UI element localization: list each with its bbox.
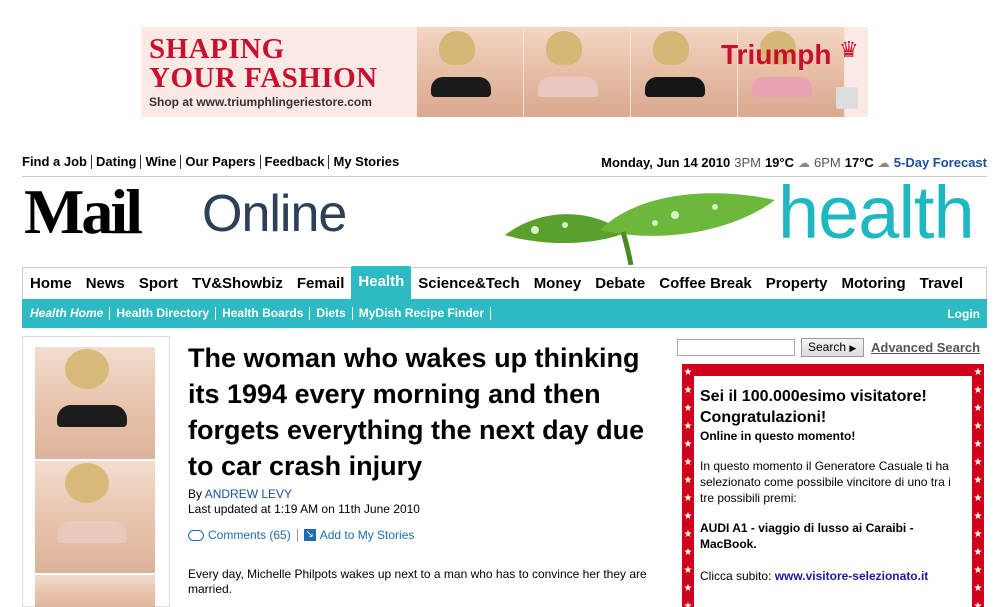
advanced-search-link[interactable]: Advanced Search bbox=[871, 340, 980, 355]
link-my-stories[interactable]: My Stories bbox=[329, 155, 403, 169]
link-dating[interactable]: Dating bbox=[92, 155, 142, 169]
leaf-illustration-icon bbox=[505, 193, 775, 265]
subnav-health-directory[interactable]: Health Directory bbox=[110, 307, 217, 320]
comment-bubble-icon bbox=[188, 529, 204, 541]
current-date: Monday, Jun 14 2010 bbox=[601, 155, 731, 170]
nav-sport[interactable]: Sport bbox=[132, 269, 185, 299]
banner-brand-logo: Triumph bbox=[721, 39, 832, 70]
banner-shop-text: Shop at www.triumphlingeriestore.com bbox=[149, 95, 372, 109]
forecast-temp-1: 19°C bbox=[764, 155, 794, 170]
nav-coffee-break[interactable]: Coffee Break bbox=[652, 269, 759, 299]
arrow-right-icon: ▶ bbox=[849, 343, 857, 353]
star-border-icon: ★ ★ ★ ★ ★ ★ ★ ★ ★ ★ ★ ★ ★ ★ bbox=[683, 367, 693, 607]
nav-money[interactable]: Money bbox=[527, 269, 589, 299]
forecast-temp-2: 17°C bbox=[844, 155, 874, 170]
article-intro: Every day, Michelle Philpots wakes up ne… bbox=[188, 567, 647, 596]
divider bbox=[296, 528, 298, 542]
popup-title: Sei il 100.000esimo visitatore! bbox=[700, 388, 927, 405]
popup-paragraph: In questo momento il Generatore Casuale … bbox=[700, 459, 951, 505]
main-navigation: Home News Sport TV&Showbiz Femail Health… bbox=[22, 265, 987, 300]
online-logo[interactable]: Online bbox=[202, 186, 347, 242]
search-button-label: Search bbox=[808, 340, 847, 354]
nav-science-tech[interactable]: Science&Tech bbox=[411, 269, 526, 299]
star-border-icon: ★ ★ ★ ★ ★ ★ ★ ★ ★ ★ ★ ★ ★ ★ bbox=[973, 367, 983, 607]
banner-headline: SHAPING YOUR FASHION bbox=[149, 33, 378, 94]
add-arrow-icon: ↘ bbox=[303, 529, 316, 541]
side-ad-image[interactable] bbox=[22, 336, 170, 607]
subnav-diets[interactable]: Diets bbox=[310, 307, 353, 320]
link-wine[interactable]: Wine bbox=[141, 155, 182, 169]
visitor-prize-popup-ad[interactable]: ★ ★ ★ ★ ★ ★ ★ ★ ★ ★ ★ ★ ★ ★ ★ ★ ★ ★ ★ ★ ★ ★ ★ ★ ★ ★ ★ ★ Sei il 100… bbox=[682, 364, 984, 607]
health-subnavigation: Health Home Health Directory Health Boar… bbox=[22, 299, 987, 328]
forecast-time-2: 6PM bbox=[814, 155, 841, 170]
popup-online-text: Online in questo momento! bbox=[700, 429, 856, 443]
popup-prizes: AUDI A1 - viaggio di lusso ai Caraibi - … bbox=[700, 521, 914, 551]
nav-femail[interactable]: Femail bbox=[290, 269, 352, 299]
nav-motoring[interactable]: Motoring bbox=[834, 269, 912, 299]
ad-photo bbox=[35, 347, 155, 459]
utility-links: Find a Job Dating Wine Our Papers Feedba… bbox=[22, 155, 403, 169]
login-link[interactable]: Login bbox=[947, 307, 980, 321]
nav-home[interactable]: Home bbox=[23, 269, 79, 299]
five-day-forecast-link[interactable]: 5-Day Forecast bbox=[894, 155, 987, 170]
nav-health[interactable]: Health bbox=[351, 265, 412, 300]
subnav-health-boards[interactable]: Health Boards bbox=[216, 307, 311, 320]
mail-logo[interactable]: Mail bbox=[24, 180, 143, 244]
popup-cta-link[interactable]: www.visitore-selezionato.it bbox=[775, 569, 929, 583]
ad-photo bbox=[35, 461, 155, 573]
search-button[interactable]: Search ▶ bbox=[801, 338, 864, 357]
link-feedback[interactable]: Feedback bbox=[261, 155, 330, 169]
article-timestamp: Last updated at 1:19 AM on 11th June 201… bbox=[188, 502, 420, 516]
nav-news[interactable]: News bbox=[79, 269, 132, 299]
ad-badge-icon bbox=[836, 87, 858, 109]
section-title-health: health bbox=[778, 171, 975, 254]
cloud-icon: ☁ bbox=[798, 155, 810, 170]
article-actions: Comments (65) ↘ Add to My Stories bbox=[188, 528, 414, 542]
nav-debate[interactable]: Debate bbox=[588, 269, 652, 299]
ad-photo bbox=[35, 575, 155, 607]
forecast-time-1: 3PM bbox=[734, 155, 761, 170]
link-our-papers[interactable]: Our Papers bbox=[181, 155, 261, 169]
nav-property[interactable]: Property bbox=[759, 269, 835, 299]
article-byline: By ANDREW LEVY bbox=[188, 487, 292, 501]
popup-content: Sei il 100.000esimo visitatore! Congratu… bbox=[694, 376, 972, 607]
byline-prefix: By bbox=[188, 487, 203, 501]
subnav-health-home[interactable]: Health Home bbox=[22, 307, 111, 320]
triumph-banner-ad[interactable]: SHAPING YOUR FASHION Shop at www.triumph… bbox=[141, 27, 868, 117]
article-headline: The woman who wakes up thinking its 1994… bbox=[188, 343, 645, 481]
popup-cta: Clicca subito: www.visitore-selezionato.… bbox=[700, 568, 966, 584]
cloud-icon: ☁ bbox=[877, 155, 890, 170]
add-to-my-stories-link[interactable]: Add to My Stories bbox=[320, 528, 415, 542]
link-find-a-job[interactable]: Find a Job bbox=[22, 155, 92, 169]
nav-tv-showbiz[interactable]: TV&Showbiz bbox=[185, 269, 290, 299]
subnav-mydish-recipe-finder[interactable]: MyDish Recipe Finder bbox=[353, 307, 492, 320]
popup-congrats: Congratulazioni! bbox=[700, 409, 827, 426]
search-input[interactable] bbox=[677, 339, 795, 356]
crown-icon: ♛ bbox=[839, 37, 859, 62]
weather-widget: Monday, Jun 14 2010 3PM 19°C ☁ 6PM 17°C … bbox=[601, 155, 987, 170]
popup-cta-prefix: Clicca subito: bbox=[700, 569, 772, 583]
nav-travel[interactable]: Travel bbox=[913, 269, 970, 299]
author-link[interactable]: ANDREW LEVY bbox=[205, 487, 292, 501]
comments-link[interactable]: Comments (65) bbox=[208, 528, 291, 542]
